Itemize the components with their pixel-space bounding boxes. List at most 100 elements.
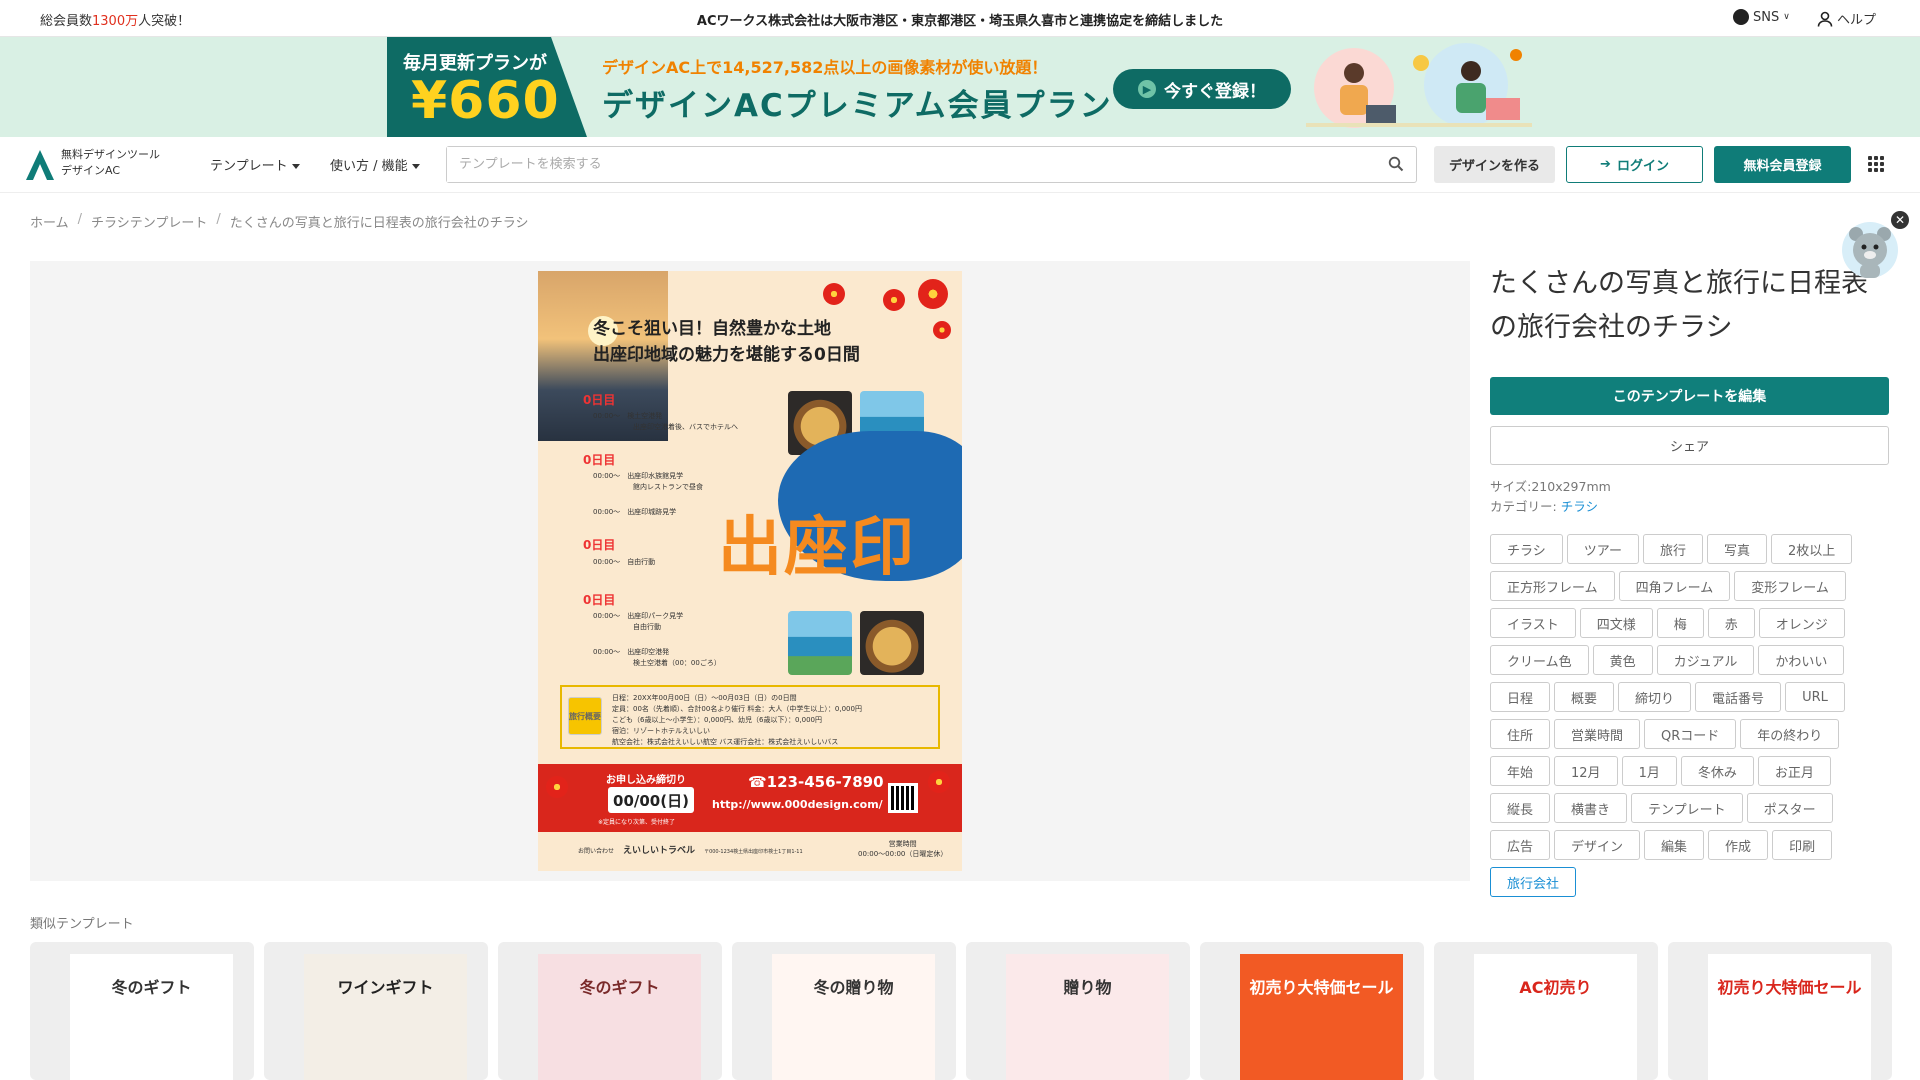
banner-subtitle: デザインAC上で14,527,582点以上の画像素材が使い放題！ (602, 58, 1048, 77)
share-button[interactable]: シェア (1490, 426, 1889, 465)
plum-flower-decoration (928, 771, 950, 793)
tag-chip[interactable]: 1月 (1621, 756, 1677, 786)
search-icon[interactable] (1388, 156, 1404, 172)
tag-chip[interactable]: 横書き (1554, 793, 1628, 823)
tag-chip[interactable]: オレンジ (1758, 608, 1845, 638)
edit-template-button[interactable]: このテンプレートを編集 (1490, 377, 1889, 415)
nav-templates[interactable]: テンプレート (210, 155, 300, 174)
designac-logo-icon[interactable] (24, 148, 56, 182)
tag-chip[interactable]: URL (1785, 682, 1845, 712)
tag-chip[interactable]: 黄色 (1592, 645, 1653, 675)
chevron-down-icon: ∨ (1783, 12, 1790, 22)
hours-value: 00:00〜00:00（日曜定休） (858, 850, 948, 858)
caret-down-icon (291, 164, 300, 169)
tag-chip[interactable]: 編集 (1644, 830, 1705, 860)
signup-button[interactable]: 無料会員登録 (1714, 146, 1851, 183)
flyer-footer: お問い合わせ えいしいトラベル 〒000-1234検土県出座印市検士1丁目1-1… (578, 843, 803, 856)
similar-template-card[interactable]: 初売り大特価セール (1200, 942, 1424, 1080)
similar-template-thumbnail: 冬のギフト (538, 954, 701, 1080)
tag-chip[interactable]: 旅行会社 (1490, 867, 1577, 897)
close-icon[interactable]: ✕ (1891, 211, 1909, 229)
schedule-item: 00:00〜 出座印空港発 検土空港着（00：00ごろ） (593, 648, 721, 667)
login-button[interactable]: ➔ ログイン (1566, 146, 1703, 183)
person-icon (1817, 11, 1833, 27)
tag-chip[interactable]: 2枚以上 (1771, 534, 1853, 564)
tag-chip[interactable]: 年始 (1490, 756, 1551, 786)
search-input[interactable] (447, 147, 1347, 182)
template-preview-image[interactable]: 冬こそ狙い目！自然豊かな土地 出座印地域の魅力を堪能する0日間 0日目 00:0… (538, 271, 962, 871)
nav-howto[interactable]: 使い方 / 機能 (330, 155, 420, 174)
arrow-right-icon: ▶ (1138, 80, 1156, 98)
tag-chip[interactable]: 印刷 (1772, 830, 1833, 860)
tag-chip[interactable]: QRコード (1644, 719, 1737, 749)
tag-chip[interactable]: 梅 (1656, 608, 1704, 638)
mascot-bear-icon[interactable] (1840, 220, 1900, 284)
category-row: カテゴリー: チラシ (1490, 497, 1611, 517)
tag-chip[interactable]: デザイン (1554, 830, 1641, 860)
tag-chip[interactable]: 冬休み (1680, 756, 1754, 786)
tag-chip[interactable]: ポスター (1746, 793, 1833, 823)
tag-chip[interactable]: 旅行 (1642, 534, 1703, 564)
tag-chip[interactable]: 縦長 (1490, 793, 1551, 823)
hours-label: 営業時間 (888, 840, 917, 848)
apps-grid-icon[interactable] (1868, 156, 1884, 172)
category-link[interactable]: チラシ (1561, 499, 1598, 514)
tag-chip[interactable]: 広告 (1490, 830, 1551, 860)
nav-howto-label: 使い方 / 機能 (330, 159, 408, 174)
noodle-photo (860, 611, 924, 675)
similar-template-card[interactable]: 贈り物 (966, 942, 1190, 1080)
tag-chip[interactable]: 年の終わり (1740, 719, 1840, 749)
tag-chip[interactable]: お正月 (1757, 756, 1831, 786)
sns-menu[interactable]: SNS ∨ (1733, 9, 1790, 25)
nav-templates-label: テンプレート (210, 159, 288, 174)
similar-template-title: AC初売り (1519, 978, 1592, 997)
tag-chip[interactable]: 作成 (1708, 830, 1769, 860)
similar-template-card[interactable]: 初売り大特価セール (1668, 942, 1892, 1080)
summary-line: 定員：00名（先着順）、合計00名より催行 料金：大人（中学生以上）：0,000… (612, 705, 862, 713)
tag-chip[interactable]: 日程 (1490, 682, 1551, 712)
similar-template-card[interactable]: 冬の贈り物 (732, 942, 956, 1080)
flyer-headline: 冬こそ狙い目！自然豊かな土地 出座印地域の魅力を堪能する0日間 (593, 316, 860, 368)
schedule-item: 00:00〜 検土空港発 出座印空港着後、バスでホテルへ (593, 412, 738, 431)
news-link[interactable]: ACワークス株式会社は大阪市港区・東京都港区・埼玉県久喜市と連携協定を締結しまし… (0, 10, 1920, 29)
tag-chip[interactable]: テンプレート (1631, 793, 1743, 823)
similar-templates-list: 冬のギフト ワインギフト 冬のギフト 冬の贈り物 贈り物 初売り大特価セール AC初売り 初売… (30, 942, 1892, 1080)
tag-chip[interactable]: イラスト (1490, 608, 1576, 638)
tag-chip[interactable]: 電話番号 (1695, 682, 1782, 712)
schedule-item: 00:00〜 出座印水族館見学 館内レストランで昼食 (593, 472, 703, 491)
make-design-button[interactable]: デザインを作る (1434, 146, 1555, 183)
tag-chip[interactable]: 正方形フレーム (1490, 571, 1615, 601)
plum-flower-decoration (933, 321, 951, 339)
tag-chip[interactable]: かわいい (1758, 645, 1845, 675)
login-icon: ➔ (1600, 157, 1611, 172)
tag-chip[interactable]: 赤 (1707, 608, 1755, 638)
similar-template-card[interactable]: 冬のギフト (498, 942, 722, 1080)
tag-chip[interactable]: 営業時間 (1554, 719, 1641, 749)
tag-chip[interactable]: 写真 (1707, 534, 1768, 564)
tag-chip[interactable]: 12月 (1554, 756, 1618, 786)
similar-template-card[interactable]: AC初売り (1434, 942, 1658, 1080)
register-now-button[interactable]: ▶ 今すぐ登録！ (1113, 69, 1291, 109)
summary-line: 航空会社：株式会社えいしい航空 バス運行会社：株式会社えいしいバス (612, 738, 839, 746)
tag-chip[interactable]: 変形フレーム (1734, 571, 1846, 601)
breadcrumb: ホーム / チラシテンプレート / たくさんの写真と旅行に日程表の旅行会社のチラ… (30, 212, 529, 231)
top-notice-bar: 総会員数1300万人突破！ ACワークス株式会社は大阪市港区・東京都港区・埼玉県… (0, 0, 1920, 37)
breadcrumb-home[interactable]: ホーム (30, 212, 69, 231)
tag-chip[interactable]: クリーム色 (1490, 645, 1589, 675)
breadcrumb-category[interactable]: チラシテンプレート (91, 212, 207, 231)
tag-chip[interactable]: 四角フレーム (1618, 571, 1731, 601)
help-link[interactable]: ヘルプ (1817, 9, 1876, 28)
similar-template-card[interactable]: 冬のギフト (30, 942, 254, 1080)
tag-chip[interactable]: 四文様 (1579, 608, 1653, 638)
tag-chip[interactable]: チラシ (1490, 534, 1563, 564)
phone-number: ☎123-456-7890 (748, 773, 884, 791)
tag-chip[interactable]: カジュアル (1656, 645, 1755, 675)
tag-chip[interactable]: ツアー (1566, 534, 1639, 564)
tag-chip[interactable]: 概要 (1554, 682, 1615, 712)
similar-template-card[interactable]: ワインギフト (264, 942, 488, 1080)
tag-chip[interactable]: 住所 (1490, 719, 1551, 749)
plan-price: ¥660 (411, 71, 560, 131)
site-logo-text[interactable]: 無料デザインツール デザインAC (61, 147, 160, 179)
premium-banner[interactable]: 毎月更新プランが ¥660 デザインAC上で14,527,582点以上の画像素材… (0, 37, 1920, 137)
tag-chip[interactable]: 締切り (1618, 682, 1692, 712)
